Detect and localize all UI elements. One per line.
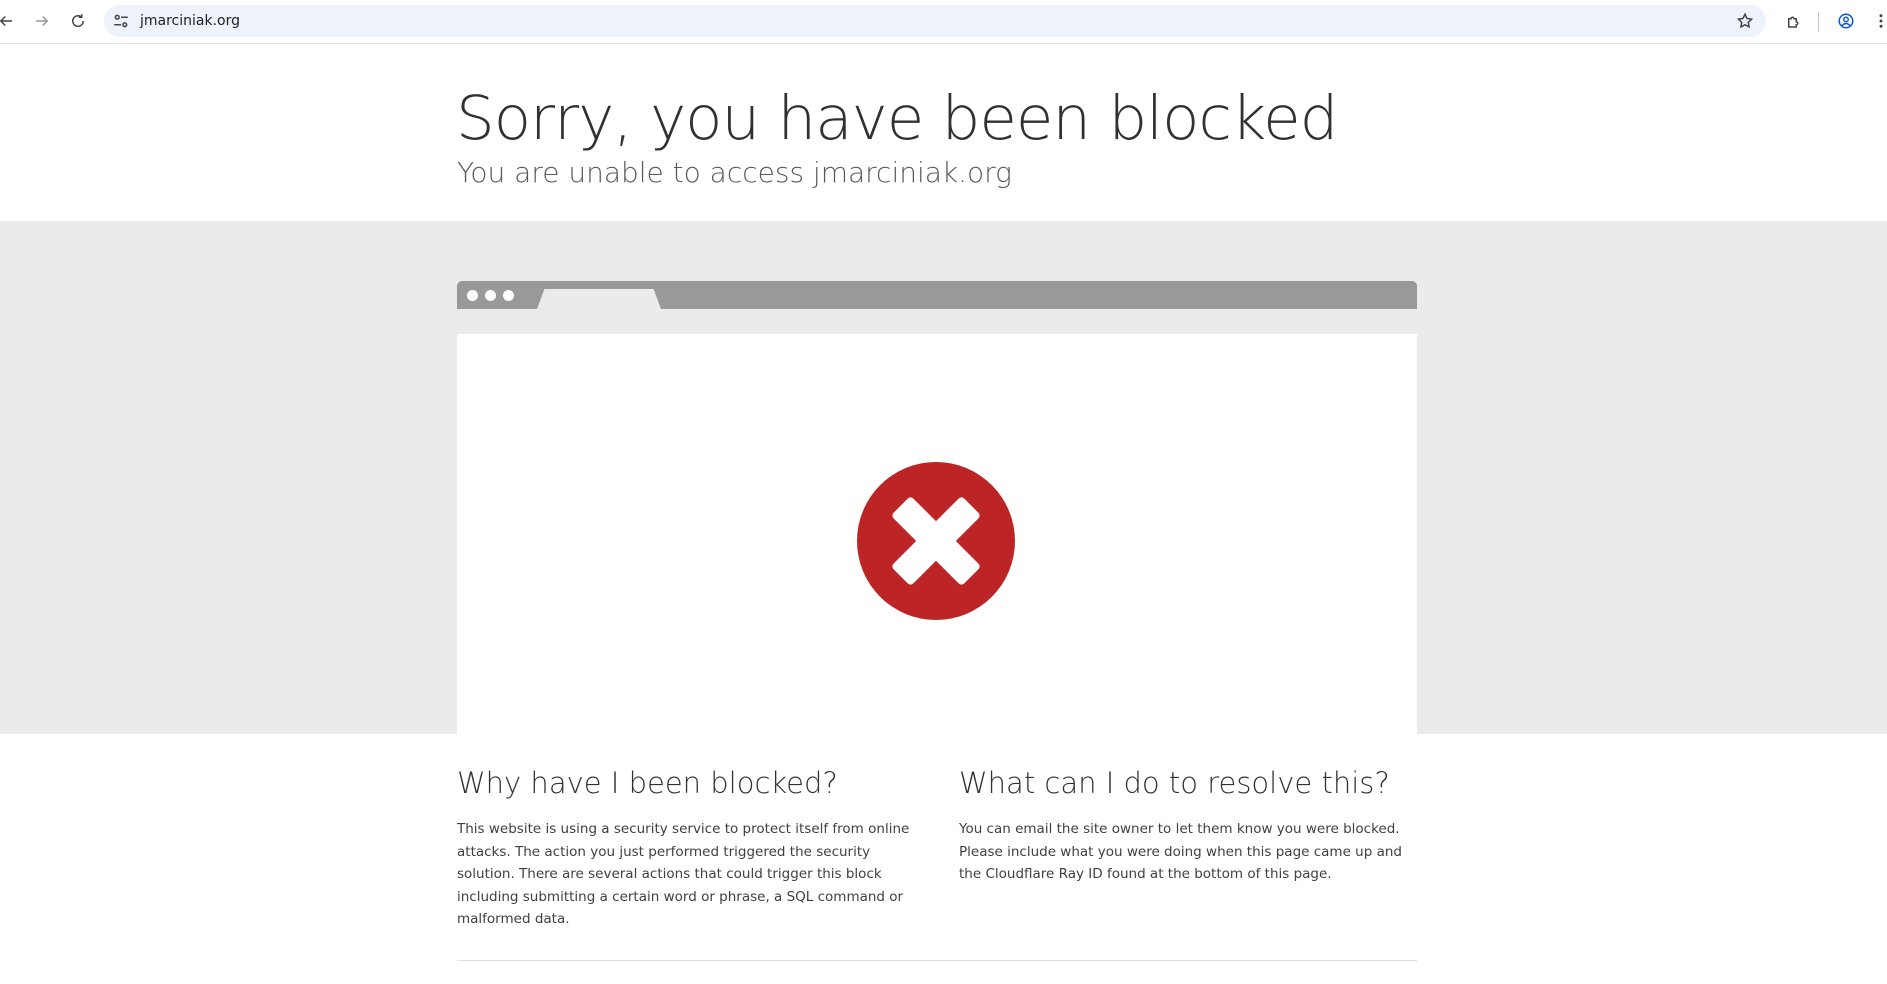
why-blocked-heading: Why have I been blocked?: [457, 766, 838, 800]
resolve-section: What can I do to resolve this? You can e…: [959, 762, 1419, 886]
page-title: Sorry, you have been blocked: [456, 83, 1338, 154]
window-dot: [485, 290, 496, 301]
extensions-icon[interactable]: [1782, 9, 1806, 33]
menu-icon[interactable]: [1869, 9, 1887, 33]
url-text[interactable]: jmarciniak.org: [140, 13, 240, 29]
toolbar-divider: [1818, 12, 1819, 32]
window-dot: [467, 290, 478, 301]
reload-icon[interactable]: [66, 9, 90, 33]
forward-icon[interactable]: [30, 9, 54, 33]
bookmark-star-icon[interactable]: [1736, 12, 1754, 30]
blocked-x-icon: [857, 462, 1015, 620]
why-blocked-section: Why have I been blocked? This website is…: [457, 762, 917, 931]
why-blocked-text: This website is using a security service…: [457, 821, 910, 927]
resolve-text: You can email the site owner to let them…: [959, 821, 1402, 882]
resolve-heading: What can I do to resolve this?: [959, 766, 1390, 800]
browser-toolbar: jmarciniak.org: [0, 0, 1887, 44]
back-icon[interactable]: [0, 9, 18, 33]
browser-illustration: [457, 281, 1417, 309]
illustration-title-bar: [457, 281, 1417, 309]
window-dot: [503, 290, 514, 301]
address-bar[interactable]: jmarciniak.org: [104, 5, 1766, 37]
profile-icon[interactable]: [1834, 9, 1858, 33]
illustration-tab: [537, 289, 661, 309]
page-subtitle: You are unable to access jmarciniak.org: [457, 156, 1012, 189]
divider: [457, 960, 1417, 961]
site-info-icon[interactable]: [112, 12, 130, 30]
